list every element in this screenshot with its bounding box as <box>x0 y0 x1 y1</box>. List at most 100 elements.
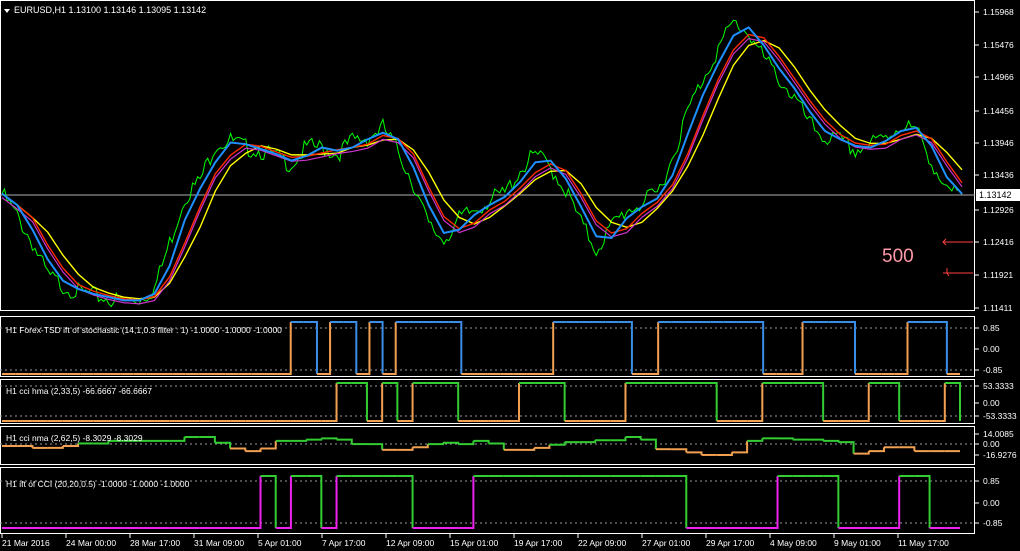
price-tick-label: 1.15968 <box>983 7 1014 17</box>
indicator-3-segment <box>777 437 794 440</box>
indicator-3-label: H1 cci nma (2,62,5) -8.3029 -8.3029 <box>6 433 143 443</box>
indicator-3-segment <box>807 438 825 441</box>
indicator-series-group <box>0 321 975 529</box>
time-tick-label: 4 May 09:00 <box>770 538 817 548</box>
indicator-4-segment <box>914 475 931 528</box>
indicator-tick-label: 14.0085 <box>983 429 1014 439</box>
indicator-3-segment <box>488 442 505 450</box>
indicator-3-segment <box>519 447 536 451</box>
indicator-3-segment <box>214 441 232 449</box>
indicator-1-segment <box>343 321 358 374</box>
indicator-3-segment <box>823 439 840 443</box>
time-tick-label: 31 Mar 09:00 <box>194 538 244 548</box>
indicator-4-segment <box>275 476 292 529</box>
indicator-tick-label: -53.3333 <box>983 411 1017 421</box>
indicator-3-segment <box>625 436 642 440</box>
indicator-1-segment <box>316 322 332 375</box>
price-tick-label: 1.15476 <box>983 40 1014 50</box>
indicator-3-segment <box>230 447 247 452</box>
arrow-down-icon <box>943 268 973 277</box>
indicator-2-label: H1 cci hma (2,33,5) -66.6667 -66.6667 <box>6 386 152 396</box>
indicator-2-segment <box>610 383 627 422</box>
indicator-tick-label: 0.00 <box>983 439 1000 449</box>
indicator-4-segment <box>883 476 901 529</box>
indicator-3-segment <box>868 447 885 453</box>
indicator-3-segment <box>640 438 657 450</box>
indicator-3-segment <box>321 437 338 440</box>
time-tick-label: 19 Apr 17:00 <box>514 538 562 548</box>
indicator-3-segment <box>473 439 490 444</box>
indicator-2-segment <box>807 382 825 421</box>
price-tick-label: 1.14966 <box>983 72 1014 82</box>
ma-orange-line <box>1 26 963 302</box>
indicator-3-segment <box>412 444 429 449</box>
time-tick-label: 5 Apr 01:00 <box>258 538 302 548</box>
indicator-tick-label: -0.85 <box>983 365 1003 375</box>
indicator-4-segment <box>306 475 323 528</box>
time-tick-label: 9 May 01:00 <box>834 538 881 548</box>
indicator-1-segment <box>645 322 660 375</box>
indicator-3-segment <box>397 447 414 451</box>
time-tick-label: 7 Apr 17:00 <box>322 538 366 548</box>
ma-yellow-line <box>1 39 963 300</box>
indicator-4-segment <box>397 475 414 528</box>
indicator-3-segment <box>899 446 916 452</box>
indicator-3-segment <box>199 436 216 443</box>
indicator-2-segment <box>944 382 961 421</box>
indicator-1-segment <box>303 321 318 374</box>
indicator-3-segment <box>579 440 597 444</box>
time-tick-label: 12 Apr 09:00 <box>386 538 434 548</box>
indicator-2-segment <box>351 382 368 421</box>
indicator-3-segment <box>534 444 551 449</box>
indicator-4-segment <box>321 476 338 529</box>
arrow-up-icon <box>942 238 973 246</box>
indicator-2-segment <box>549 382 566 421</box>
price-tick-label: 1.13436 <box>983 170 1014 180</box>
indicator-2-segment <box>442 382 460 421</box>
indicator-3-segment <box>366 443 384 450</box>
chart-title: EURUSD,H1 1.13100 1.13146 1.13095 1.1314… <box>4 5 206 15</box>
indicator-1-segment <box>618 321 633 374</box>
indicator-3-segment <box>17 445 34 448</box>
indicator-tick-label: -0.85 <box>983 518 1003 528</box>
overlay-number: 500 <box>882 246 914 267</box>
indicator-3-segment <box>610 437 627 442</box>
time-tick-label: 28 Mar 17:00 <box>130 538 180 548</box>
indicator-3-segment <box>260 440 277 450</box>
arrow-markers <box>942 238 973 277</box>
subpanel-4-frame <box>0 467 975 534</box>
indicator-1-segment <box>789 322 804 375</box>
indicator-3-segment <box>290 439 308 442</box>
subpanel-3-frame <box>0 426 975 465</box>
indicator-3-segment <box>671 448 688 453</box>
indicator-2-segment <box>382 382 399 421</box>
indicator-tick-label: 0.85 <box>983 323 1000 333</box>
indicator-2-segment <box>883 382 901 421</box>
ma-magenta-line <box>1 37 963 305</box>
indicator-2-segment <box>701 382 718 421</box>
indicator-tick-label: 53.3333 <box>983 381 1014 391</box>
indicator-tick-label: -16.9276 <box>983 450 1017 460</box>
ma-red-line <box>1 33 963 301</box>
indicator-labels: H1 Forex-TSD ift of stochastic (14,1,0.3… <box>6 323 1017 528</box>
dropdown-triangle-icon <box>4 9 10 13</box>
indicator-1-segment <box>894 322 909 375</box>
indicator-tick-label: 0.00 <box>983 344 1000 354</box>
chart-title-text: EURUSD,H1 1.13100 1.13146 1.13095 1.1314… <box>14 5 206 15</box>
indicator-1-segment <box>933 321 948 374</box>
indicator-1-segment <box>448 321 463 374</box>
price-series-group <box>1 19 963 308</box>
time-tick-label: 15 Apr 01:00 <box>450 538 498 548</box>
indicator-4-label: H1 ift of CCI (20,20,0.5) -1.0000 -1.000… <box>6 479 190 489</box>
price-axis: 1.15968 1.15476 1.14966 1.14456 1.13946 1.134… <box>975 7 1014 313</box>
indicator-2-segment <box>747 383 764 422</box>
price-tick-label: 1.12926 <box>983 205 1014 215</box>
indicator-2-segment <box>929 383 946 422</box>
indicator-2-segment <box>853 383 870 422</box>
indicator-1-segment <box>841 321 857 374</box>
indicator-3-segment <box>336 438 353 445</box>
indicator-2-segment <box>321 383 338 422</box>
trading-chart[interactable]: 1.13142 1.15968 1.15476 1.14966 1.14456 1.13… <box>0 0 1020 551</box>
time-tick-label: 27 Apr 01:00 <box>642 538 690 548</box>
indicator-1-segment <box>750 321 765 374</box>
